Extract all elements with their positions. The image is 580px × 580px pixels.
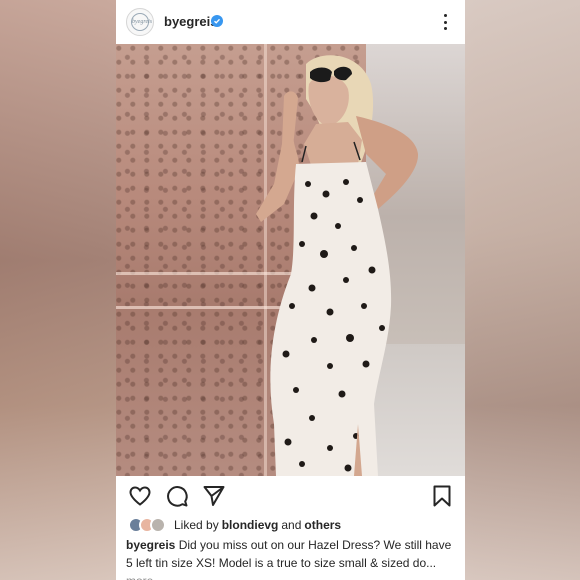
likes-others-link[interactable]: others [304, 518, 341, 532]
comment-icon[interactable] [165, 484, 189, 508]
save-icon[interactable] [430, 484, 454, 508]
caption: byegreis Did you miss out on our Hazel D… [126, 536, 459, 580]
post-image[interactable] [116, 44, 465, 476]
liker-username[interactable]: blondievg [222, 518, 279, 532]
post-username[interactable]: byegreis [164, 14, 217, 29]
more-options-icon[interactable] [435, 12, 455, 32]
likes-row: Liked by blondievg and others [128, 516, 458, 534]
caption-more-link[interactable]: more [126, 574, 153, 580]
liker-avatar[interactable] [150, 517, 166, 533]
post-card: byegreis byegreis Liked by blondievg and… [116, 0, 465, 580]
caption-text: Did you miss out on our Hazel Dress? We … [126, 538, 452, 570]
avatar-logo: byegreis [131, 13, 152, 31]
likes-and: and [281, 518, 302, 532]
likes-prefix: Liked by [174, 518, 219, 532]
share-icon[interactable] [202, 484, 226, 508]
caption-username[interactable]: byegreis [126, 538, 175, 552]
action-bar [116, 476, 465, 516]
like-icon[interactable] [128, 484, 152, 508]
post-header: byegreis byegreis [116, 0, 465, 44]
liker-avatars [128, 516, 170, 534]
avatar[interactable]: byegreis [126, 8, 154, 36]
verified-icon [211, 15, 223, 27]
model-figure [256, 55, 419, 476]
